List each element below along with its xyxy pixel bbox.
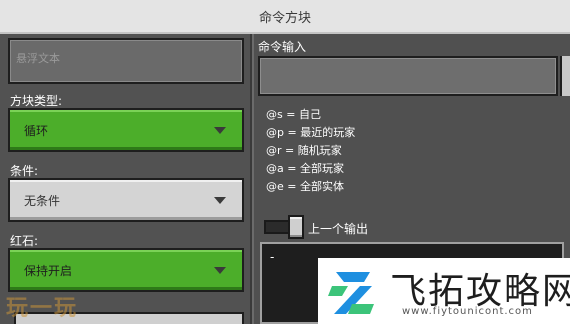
watermark-left-logo: 玩一玩: [6, 290, 78, 322]
selector-item: @e = 全部实体: [266, 180, 344, 193]
redstone-value: 保持开启: [24, 263, 73, 278]
command-scrollbar[interactable]: [560, 56, 570, 96]
site-url: www.fiytounicont.com: [402, 306, 533, 317]
block-type-value: 循环: [24, 123, 49, 138]
left-panel: 悬浮文本 方块类型: 循环 条件: 无条件 红石: 保持开启: [0, 34, 252, 324]
selector-item: @r = 随机玩家: [266, 144, 342, 157]
chevron-down-icon: [214, 197, 226, 204]
site-watermark: 飞拓攻略网 www.fiytounicont.com: [318, 258, 570, 324]
redstone-label: 红石:: [10, 234, 39, 248]
block-type-label: 方块类型:: [10, 94, 63, 108]
condition-dropdown[interactable]: 无条件: [8, 178, 244, 222]
hover-text-placeholder: 悬浮文本: [16, 52, 60, 65]
window-titlebar: 命令方块: [0, 0, 570, 34]
hover-text-input[interactable]: 悬浮文本: [8, 38, 244, 84]
command-input-label: 命令输入: [258, 40, 307, 54]
watermark-left-text: 玩一玩: [6, 296, 79, 321]
chevron-down-icon: [214, 267, 226, 274]
condition-label: 条件:: [10, 164, 39, 178]
previous-output-label: 上一个输出: [308, 222, 369, 236]
site-logo-icon: [328, 272, 374, 314]
toggle-knob[interactable]: [288, 215, 304, 239]
selector-item: @p = 最近的玩家: [266, 126, 356, 139]
selector-item: @a = 全部玩家: [266, 162, 344, 175]
chevron-down-icon: [214, 127, 226, 134]
selector-item: @s = 自己: [266, 108, 321, 121]
redstone-dropdown[interactable]: 保持开启: [8, 248, 244, 292]
window-title: 命令方块: [258, 10, 311, 26]
previous-output-text: -: [270, 250, 275, 264]
command-input[interactable]: [258, 56, 558, 96]
block-type-dropdown[interactable]: 循环: [8, 108, 244, 152]
selector-list: @s = 自己 @p = 最近的玩家 @r = 随机玩家 @a = 全部玩家 @…: [266, 106, 355, 196]
condition-value: 无条件: [24, 193, 61, 208]
